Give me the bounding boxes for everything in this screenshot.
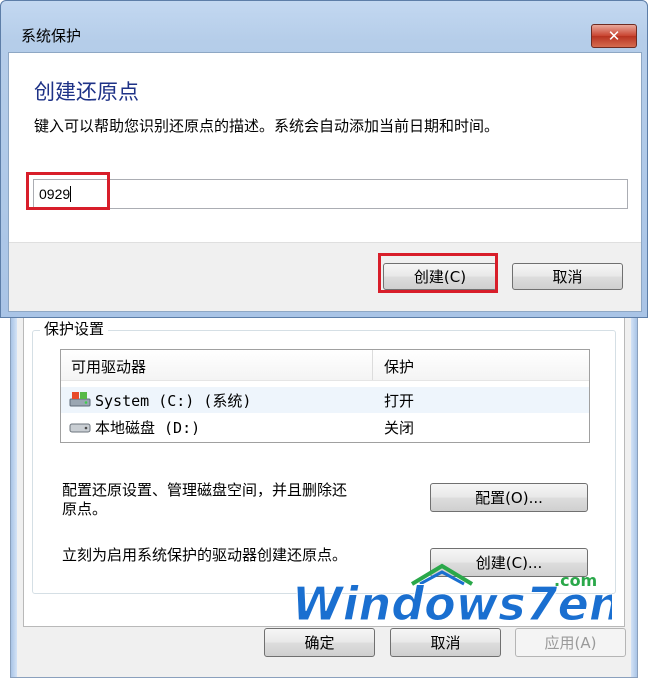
- drive-protection: 关闭: [384, 419, 415, 437]
- apply-button[interactable]: 应用(A): [515, 628, 626, 657]
- ok-button[interactable]: 确定: [264, 628, 375, 657]
- configure-button[interactable]: 配置(O)...: [430, 483, 588, 512]
- cancel-button[interactable]: 取消: [512, 263, 623, 290]
- restore-point-name-input[interactable]: 0929: [33, 179, 628, 209]
- configure-description: 配置还原设置、管理磁盘空间，并且删除还 原点。: [62, 481, 347, 519]
- dialog-title: 系统保护: [21, 27, 82, 45]
- column-header-drives[interactable]: 可用驱动器: [71, 356, 146, 377]
- dialog-heading: 创建还原点: [34, 80, 139, 104]
- drive-name: 本地磁盘 (D:): [95, 419, 201, 437]
- close-icon: ✕: [607, 27, 621, 45]
- table-row[interactable]: System (C:) (系统) 打开: [61, 387, 589, 413]
- drive-protection: 打开: [384, 392, 415, 410]
- input-highlight-box: [26, 172, 110, 210]
- protection-settings-title: 保护设置: [40, 318, 109, 339]
- local-disk-icon: [69, 423, 91, 433]
- drive-table-header: 可用驱动器 保护: [61, 350, 589, 381]
- configure-description-line1: 配置还原设置、管理磁盘空间，并且删除还: [62, 481, 348, 499]
- create-restore-point-dialog: 系统保护 ✕ 创建还原点 键入可以帮助您识别还原点的描述。系统会自动添加当前日期…: [0, 0, 648, 318]
- watermark-suffix: .com: [554, 571, 597, 590]
- table-row[interactable]: 本地磁盘 (D:) 关闭: [61, 414, 589, 440]
- close-button[interactable]: ✕: [591, 24, 637, 48]
- dialog-description: 键入可以帮助您识别还原点的描述。系统会自动添加当前日期和时间。: [34, 117, 500, 135]
- configure-description-line2: 原点。: [62, 500, 108, 518]
- windows7en-watermark-logo: Windows7en .com: [292, 563, 612, 632]
- create-button-highlight-box: [378, 253, 498, 293]
- drive-name: System (C:) (系统): [95, 392, 252, 410]
- window-frame-right: [631, 301, 637, 677]
- drive-table[interactable]: 可用驱动器 保护 System (C:) (系统) 打开 本地磁盘 (D:) 关…: [60, 349, 590, 443]
- cancel-button[interactable]: 取消: [390, 628, 501, 657]
- column-separator: [372, 350, 373, 380]
- system-drive-icon: [69, 392, 91, 407]
- window-frame-left: [11, 301, 17, 677]
- column-header-protection[interactable]: 保护: [384, 356, 414, 377]
- dialog-button-bar: 创建(C) 取消: [9, 242, 641, 311]
